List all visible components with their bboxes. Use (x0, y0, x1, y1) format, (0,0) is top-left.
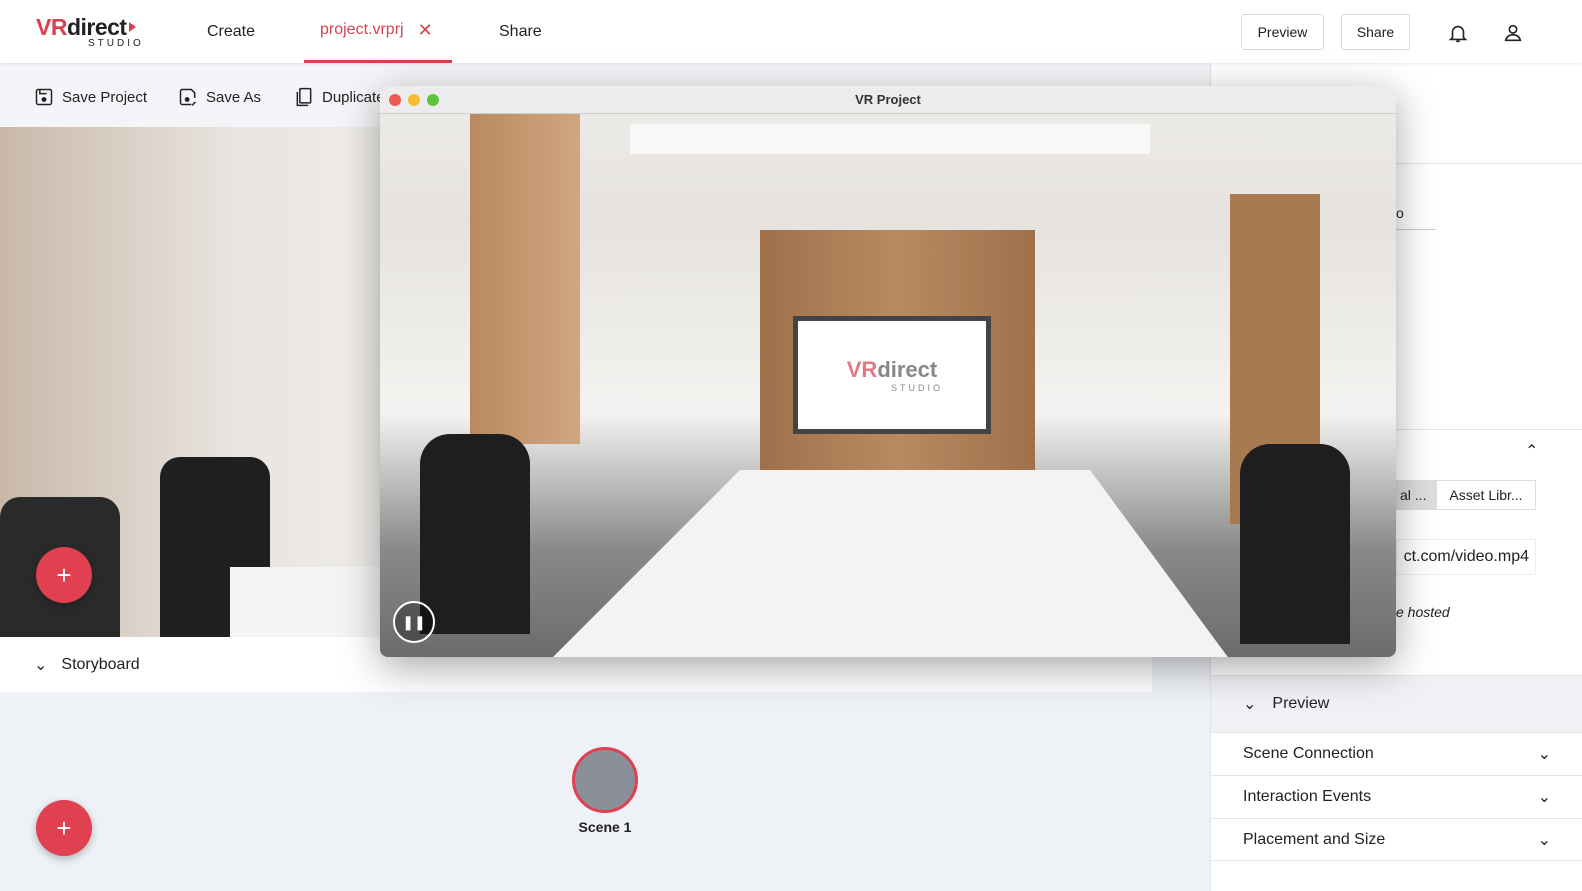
vr-scene-view[interactable]: VRdirect STUDIO ❚❚ (380, 114, 1396, 657)
chevrons-down-icon: ⌄ (34, 656, 48, 674)
chevron-down-icon: ⌄ (1243, 696, 1257, 713)
close-icon[interactable]: ✕ (418, 20, 433, 41)
chevron-down-icon: ⌄ (1537, 831, 1551, 849)
pause-button[interactable]: ❚❚ (393, 601, 435, 643)
duplicate-button[interactable]: Duplicate (294, 87, 385, 107)
scene-node[interactable] (572, 747, 638, 813)
share-button[interactable]: Share (1341, 14, 1410, 50)
logo[interactable]: VRdirect STUDIO (36, 14, 141, 49)
add-scene-button[interactable]: + (36, 800, 92, 856)
video-url-input[interactable]: ct.com/video.mp4 (1396, 539, 1536, 575)
section-scene-connection[interactable]: Scene Connection ⌄ (1211, 732, 1582, 775)
bell-icon[interactable] (1447, 22, 1469, 44)
user-icon[interactable] (1502, 22, 1524, 44)
chevron-up-icon[interactable]: ⌃ (1525, 441, 1538, 461)
preview-section[interactable]: ⌄ Preview (1211, 675, 1582, 732)
maximize-window-button[interactable] (427, 94, 439, 106)
save-as-button[interactable]: Save As (178, 87, 261, 107)
header: VRdirect STUDIO Create project.vrprj ✕ Sha… (0, 0, 1582, 63)
tab-external[interactable]: al ... (1396, 480, 1436, 510)
save-project-button[interactable]: Save Project (34, 87, 147, 107)
chevron-down-icon: ⌄ (1537, 746, 1551, 763)
duplicate-icon (296, 87, 312, 107)
save-icon (35, 88, 53, 106)
preview-button[interactable]: Preview (1241, 14, 1324, 50)
save-as-icon (179, 88, 197, 106)
tab-project[interactable]: project.vrprj ✕ (304, 0, 452, 63)
window-titlebar[interactable]: VR Project (380, 86, 1396, 114)
add-hotspot-button[interactable]: + (36, 547, 92, 603)
tab-asset-library[interactable]: Asset Libr... (1436, 480, 1536, 510)
vr-preview-window[interactable]: VR Project VRdirect STUDIO ❚❚ (380, 86, 1396, 657)
scene-label: Scene 1 (578, 819, 632, 835)
section-interaction-events[interactable]: Interaction Events ⌄ (1211, 775, 1582, 818)
tab-share[interactable]: Share (499, 0, 542, 63)
minimize-window-button[interactable] (408, 94, 420, 106)
section-placement-size[interactable]: Placement and Size ⌄ (1211, 818, 1582, 861)
close-window-button[interactable] (389, 94, 401, 106)
chevron-down-icon: ⌄ (1537, 789, 1551, 806)
tab-create[interactable]: Create (207, 0, 255, 63)
